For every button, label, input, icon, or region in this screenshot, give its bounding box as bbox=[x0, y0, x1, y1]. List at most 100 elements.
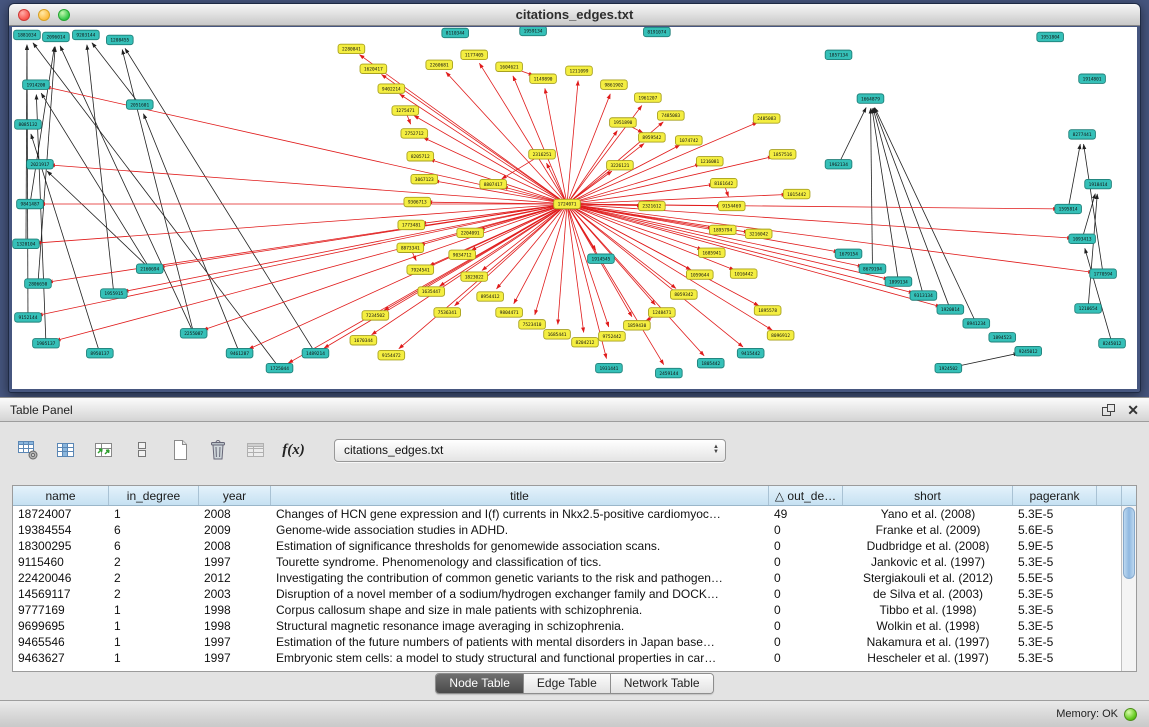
graph-node[interactable]: 2096014 bbox=[43, 32, 70, 41]
graph-node[interactable]: 1955915 bbox=[100, 289, 127, 298]
graph-node[interactable]: 9313134 bbox=[910, 291, 937, 300]
show-columns-icon[interactable] bbox=[52, 437, 79, 463]
graph-node[interactable]: 8954412 bbox=[477, 292, 504, 301]
column-header-in_degree[interactable]: in_degree bbox=[109, 486, 199, 505]
close-panel-icon[interactable]: ✕ bbox=[1127, 403, 1139, 417]
table-row[interactable]: 969969511998Structural magnetic resonanc… bbox=[13, 618, 1121, 634]
graph-node[interactable]: 2806650 bbox=[25, 279, 52, 288]
table-row[interactable]: 1456911722003Disruption of a novel membe… bbox=[13, 586, 1121, 602]
graph-node[interactable]: 9861902 bbox=[601, 80, 628, 89]
network-canvas[interactable]: 1724071228084116204179402214127547127527… bbox=[12, 27, 1137, 389]
graph-node[interactable]: 8950137 bbox=[87, 348, 114, 357]
graph-node[interactable]: 9154469 bbox=[718, 201, 745, 210]
minimize-window-button[interactable] bbox=[38, 9, 50, 21]
graph-node[interactable]: 2255087 bbox=[180, 329, 207, 338]
graph-node[interactable]: 1961207 bbox=[635, 93, 662, 102]
function-builder-icon[interactable]: f(x) bbox=[280, 437, 307, 463]
graph-node[interactable]: 9245012 bbox=[1015, 346, 1042, 355]
graph-node[interactable]: 1881034 bbox=[14, 30, 41, 39]
graph-node[interactable]: 1725044 bbox=[266, 363, 293, 372]
graph-node[interactable]: 8941234 bbox=[963, 319, 990, 328]
graph-node[interactable]: 1962134 bbox=[825, 160, 852, 169]
tab-network-table[interactable]: Network Table bbox=[611, 674, 713, 693]
graph-node[interactable]: 9306713 bbox=[404, 197, 431, 206]
delete-icon[interactable] bbox=[204, 437, 231, 463]
graph-node[interactable]: 1931441 bbox=[596, 363, 623, 372]
graph-node[interactable]: 1248471 bbox=[649, 308, 676, 317]
new-file-icon[interactable] bbox=[166, 437, 193, 463]
graph-node[interactable]: 8191074 bbox=[644, 27, 671, 36]
graph-node[interactable]: 1905137 bbox=[33, 339, 60, 348]
tab-edge-table[interactable]: Edge Table bbox=[524, 674, 611, 693]
graph-node[interactable]: 1857516 bbox=[769, 150, 796, 159]
graph-node[interactable]: 8959542 bbox=[639, 133, 666, 142]
graph-node[interactable]: 8161642 bbox=[710, 178, 737, 187]
graph-node[interactable]: 2160694 bbox=[136, 264, 163, 273]
graph-node[interactable]: 1489214 bbox=[302, 348, 329, 357]
graph-node[interactable]: 8245012 bbox=[1099, 339, 1126, 348]
graph-node[interactable]: 2021917 bbox=[27, 160, 54, 169]
column-header-title[interactable]: title bbox=[271, 486, 769, 505]
graph-node[interactable]: 1959134 bbox=[520, 27, 547, 36]
graph-node[interactable]: 8204212 bbox=[572, 338, 599, 347]
graph-node[interactable]: 1770594 bbox=[1090, 269, 1117, 278]
graph-node[interactable]: 1918414 bbox=[1085, 179, 1112, 188]
graph-node[interactable]: 8110344 bbox=[442, 28, 469, 37]
network-window-titlebar[interactable]: citations_edges.txt bbox=[9, 4, 1140, 26]
graph-node[interactable]: 1924502 bbox=[935, 363, 962, 372]
graph-node[interactable]: 1685441 bbox=[544, 330, 571, 339]
graph-node[interactable]: 1604621 bbox=[496, 62, 523, 71]
graph-node[interactable]: 3216042 bbox=[745, 229, 772, 238]
graph-node[interactable]: 1074742 bbox=[675, 136, 702, 145]
column-header-short[interactable]: short bbox=[843, 486, 1013, 505]
graph-node[interactable]: 8205712 bbox=[407, 152, 434, 161]
graph-node[interactable]: 1216081 bbox=[696, 157, 723, 166]
graph-node[interactable]: 3226121 bbox=[607, 161, 634, 170]
graph-node[interactable]: 1894523 bbox=[989, 333, 1016, 342]
graph-node[interactable]: 1951890 bbox=[610, 118, 637, 127]
graph-node[interactable]: 7924541 bbox=[407, 265, 434, 274]
column-header-name[interactable]: name bbox=[13, 486, 109, 505]
graph-node[interactable]: 1670344 bbox=[350, 336, 377, 345]
table-row[interactable]: 1830029562008Estimation of significance … bbox=[13, 538, 1121, 554]
graph-node[interactable]: 1211099 bbox=[566, 66, 593, 75]
graph-node[interactable]: 9415442 bbox=[737, 348, 764, 357]
table-row[interactable]: 1938455462009Genome-wide association stu… bbox=[13, 522, 1121, 538]
tab-node-table[interactable]: Node Table bbox=[436, 674, 524, 693]
graph-node[interactable]: 8873341 bbox=[397, 243, 424, 252]
graph-node[interactable]: 1914200 bbox=[23, 80, 50, 89]
graph-node[interactable]: 1899134 bbox=[885, 277, 912, 286]
graph-node[interactable]: 1895578 bbox=[754, 306, 781, 315]
graph-node[interactable]: 9203144 bbox=[73, 30, 100, 39]
column-header-pagerank[interactable]: pagerank bbox=[1013, 486, 1097, 505]
graph-node[interactable]: 2051601 bbox=[126, 100, 153, 109]
table-row[interactable]: 977716911998Corpus callosum shape and si… bbox=[13, 602, 1121, 618]
row-list-icon[interactable] bbox=[128, 437, 155, 463]
graph-node[interactable]: 1857134 bbox=[825, 50, 852, 59]
graph-node[interactable]: 1724071 bbox=[554, 199, 581, 208]
graph-node[interactable]: 8807417 bbox=[480, 179, 507, 188]
graph-node[interactable]: 9402214 bbox=[378, 84, 405, 93]
column-header-year[interactable]: year bbox=[199, 486, 271, 505]
graph-node[interactable]: 1859430 bbox=[624, 321, 651, 330]
graph-node[interactable]: 1093413 bbox=[1069, 234, 1096, 243]
graph-node[interactable]: 1016442 bbox=[730, 269, 757, 278]
graph-node[interactable]: 8059342 bbox=[670, 290, 697, 299]
graph-node[interactable]: 8679194 bbox=[859, 264, 886, 273]
graph-node[interactable]: 2321612 bbox=[639, 201, 666, 210]
graph-node[interactable]: 1914801 bbox=[1079, 74, 1106, 83]
import-table-icon[interactable] bbox=[242, 437, 269, 463]
float-panel-icon[interactable] bbox=[1102, 404, 1115, 416]
graph-node[interactable]: 9152144 bbox=[15, 313, 42, 322]
table-options-icon[interactable] bbox=[14, 437, 41, 463]
graph-node[interactable]: 8085132 bbox=[15, 120, 42, 129]
graph-node[interactable]: 7523410 bbox=[519, 320, 546, 329]
graph-node[interactable]: 7536341 bbox=[434, 308, 461, 317]
table-selector-combobox[interactable]: citations_edges.txt ▲▼ bbox=[334, 439, 726, 462]
graph-node[interactable]: 1208455 bbox=[106, 35, 133, 44]
graph-node[interactable]: 1773481 bbox=[398, 220, 425, 229]
graph-node[interactable]: 8096912 bbox=[767, 331, 794, 340]
graph-node[interactable]: 9461287 bbox=[226, 348, 253, 357]
graph-node[interactable]: 2204091 bbox=[457, 228, 484, 237]
edit-columns-icon[interactable] bbox=[90, 437, 117, 463]
